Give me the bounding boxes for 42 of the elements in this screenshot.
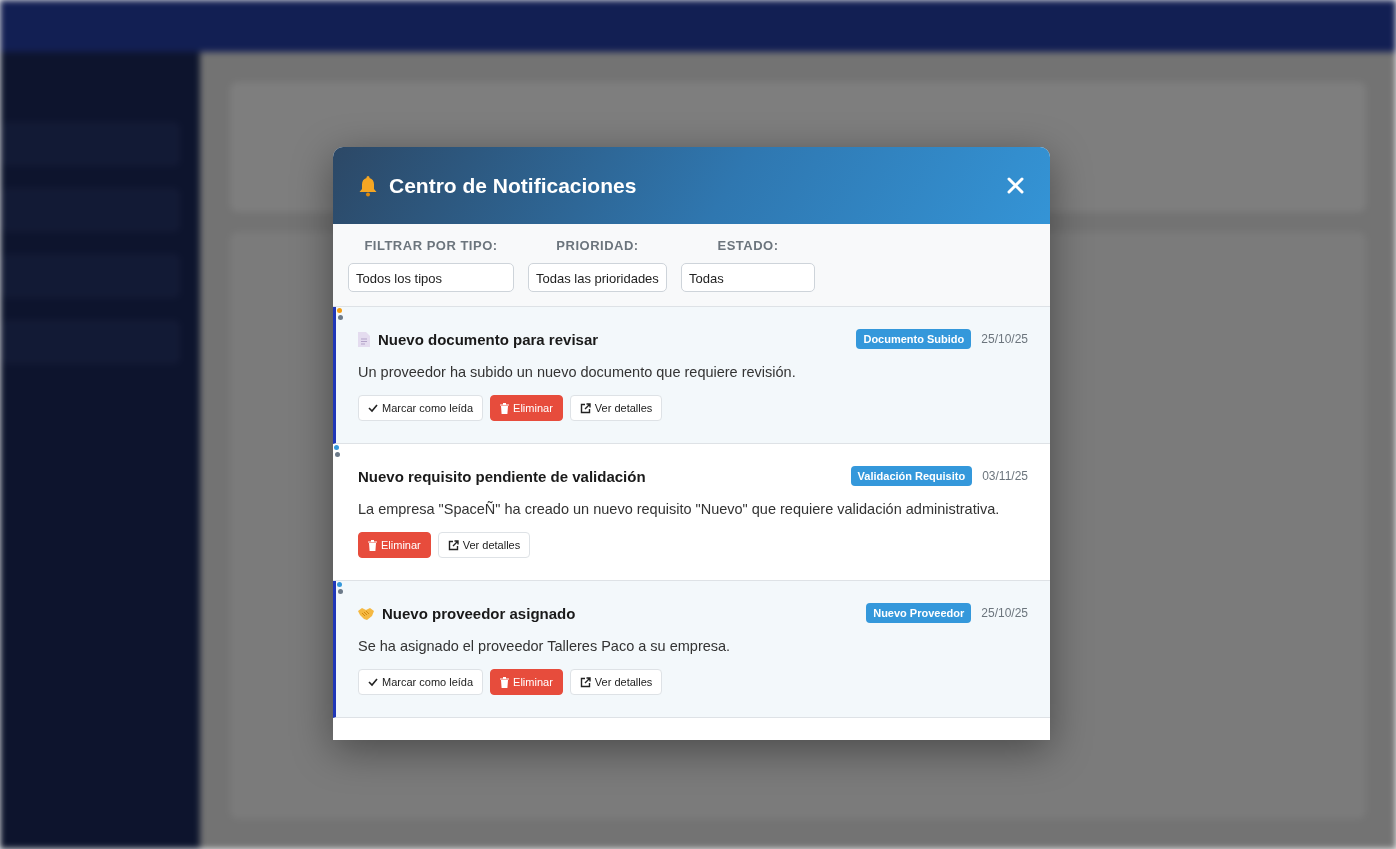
filter-dropdown[interactable]: Todos los tipos (348, 263, 514, 292)
filter-dropdown[interactable]: Todas las prioridades (528, 263, 667, 292)
notification-date: 03/11/25 (982, 469, 1028, 483)
type-tag: Documento Subido (856, 329, 972, 349)
type-tag: Nuevo Proveedor (866, 603, 972, 623)
filter-label: PRIORIDAD: (556, 238, 639, 253)
delete-button[interactable]: Eliminar (490, 669, 563, 695)
trash-icon (500, 676, 510, 688)
filter-label: FILTRAR POR TIPO: (364, 238, 498, 253)
check-icon (368, 677, 378, 687)
mark-read-button[interactable]: Marcar como leída (358, 395, 484, 421)
external-link-icon (447, 539, 459, 551)
filter-dropdown[interactable]: Todas (681, 263, 815, 292)
trash-icon (368, 539, 377, 551)
status-dot (338, 315, 343, 320)
external-link-icon (579, 676, 591, 688)
delete-button[interactable]: Eliminar (358, 532, 431, 558)
notification-message: La empresa "SpaceÑ" ha creado un nuevo requisito "Nuevo" que requiere validación administrativa. (358, 500, 1001, 519)
status-dot (338, 589, 343, 594)
status-dot (335, 452, 340, 457)
document-icon (358, 331, 370, 347)
notification-message: Se ha asignado el proveedor Talleres Paco a su empresa. (358, 637, 732, 656)
trash-icon (500, 402, 510, 414)
details-button[interactable]: Ver detalles (569, 669, 663, 695)
notification-date: 25/10/25 (981, 606, 1028, 620)
close-icon[interactable] (1005, 175, 1026, 196)
external-link-icon (579, 402, 591, 414)
notification-date: 25/10/25 (981, 332, 1028, 346)
details-button[interactable]: Ver detalles (569, 395, 663, 421)
check-icon (368, 403, 378, 413)
dialog-title: Centro de Notificaciones (389, 173, 638, 198)
filter-label: ESTADO: (717, 238, 779, 253)
notification-message: Un proveedor ha subido un nuevo documento que requiere revisión. (358, 363, 797, 382)
notification-title: Nuevo proveedor asignado (382, 604, 577, 622)
notification-title: Nuevo requisito pendiente de validación (358, 467, 647, 485)
details-button[interactable]: Ver detalles (437, 532, 531, 558)
type-tag: Validación Requisito (850, 466, 973, 486)
delete-button[interactable]: Eliminar (490, 395, 563, 421)
mark-read-button[interactable]: Marcar como leída (358, 669, 484, 695)
bell-icon (357, 174, 379, 197)
notification-title: Nuevo documento para revisar (378, 330, 600, 348)
handshake-icon (358, 606, 374, 620)
